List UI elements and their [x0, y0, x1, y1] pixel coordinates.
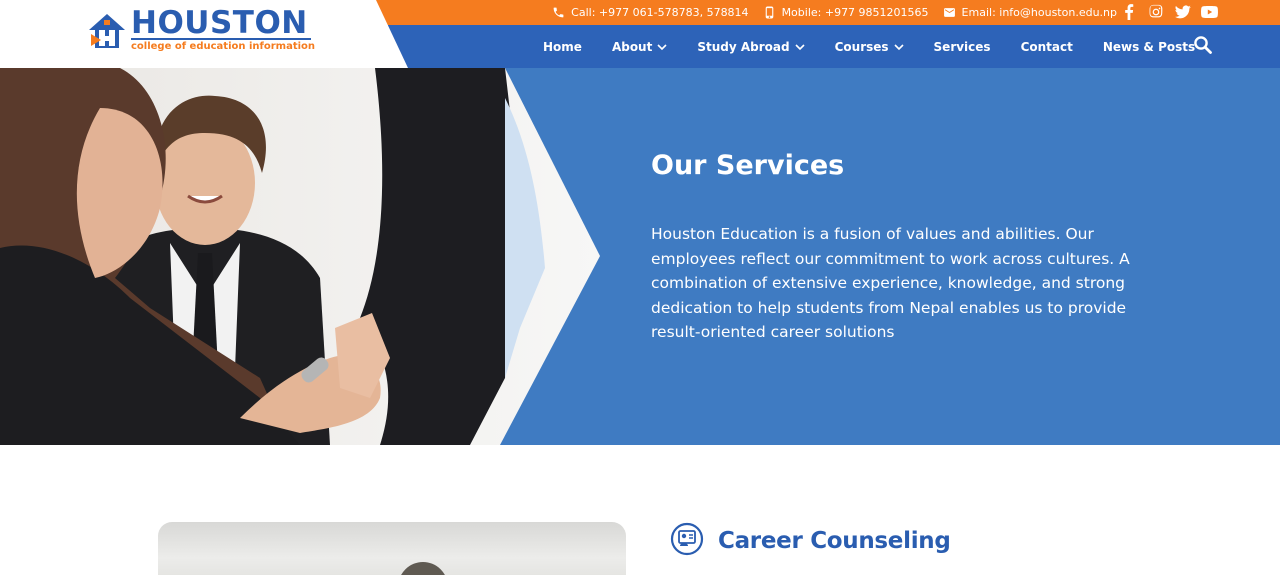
contact-info: Call: +977 061-578783, 578814 Mobile: +9… [552, 0, 1117, 25]
phone-icon [553, 7, 564, 18]
main-nav: Home About Study Abroad Courses Services… [543, 25, 1195, 68]
nav-study-abroad[interactable]: Study Abroad [697, 39, 805, 54]
image-figure [398, 562, 448, 575]
nav-services[interactable]: Services [934, 40, 991, 54]
chevron-down-icon [657, 43, 667, 50]
handshake-photo [0, 68, 600, 445]
logo-subtitle: college of education information [131, 41, 316, 52]
logo-title: HOUSTON [131, 5, 308, 41]
logo-area[interactable]: HOUSTON college of education information [0, 0, 408, 68]
nav-courses-label: Courses [834, 39, 889, 54]
hero-description: Houston Education is a fusion of values … [651, 225, 1130, 342]
page: HOUSTON college of education information… [0, 0, 1280, 575]
facebook-icon[interactable] [1120, 4, 1137, 21]
email-icon [943, 8, 955, 17]
call-text: Call: +977 061-578783, 578814 [571, 6, 749, 19]
nav-home-label: Home [543, 39, 582, 54]
career-counseling-image [158, 522, 626, 575]
call-contact[interactable]: Call: +977 061-578783, 578814 [552, 6, 749, 19]
mobile-icon [765, 6, 773, 19]
instagram-icon[interactable] [1147, 4, 1164, 21]
twitter-icon[interactable] [1174, 4, 1191, 21]
nav-news-posts-label: News & Posts [1102, 39, 1196, 54]
youtube-icon[interactable] [1201, 4, 1218, 21]
chevron-down-icon [795, 43, 805, 50]
nav-about-label: About [611, 39, 653, 54]
logo-house-icon [89, 14, 125, 48]
email-contact[interactable]: Email: info@houston.edu.np [943, 6, 1117, 19]
email-text: Email: info@houston.edu.np [961, 6, 1117, 19]
social-links [1120, 2, 1218, 22]
nav-services-label: Services [933, 39, 991, 54]
search-icon[interactable] [1193, 35, 1213, 55]
nav-contact-label: Contact [1020, 39, 1073, 54]
nav-about[interactable]: About [612, 40, 667, 54]
hero-title: Our Services [651, 150, 845, 181]
nav-home[interactable]: Home [543, 40, 582, 54]
counseling-icon [670, 522, 704, 556]
hero-banner: Our Services Houston Education is a fusi… [0, 68, 1280, 445]
nav-news-posts[interactable]: News & Posts [1103, 40, 1195, 54]
chevron-down-icon [893, 43, 904, 50]
nav-study-abroad-label: Study Abroad [697, 39, 790, 54]
mobile-text: Mobile: +977 9851201565 [781, 6, 929, 19]
service-title: Career Counseling [718, 528, 951, 554]
mobile-contact[interactable]: Mobile: +977 9851201565 [763, 6, 929, 19]
nav-contact[interactable]: Contact [1021, 40, 1073, 54]
nav-courses[interactable]: Courses [835, 40, 904, 54]
logo-underline [131, 38, 311, 40]
